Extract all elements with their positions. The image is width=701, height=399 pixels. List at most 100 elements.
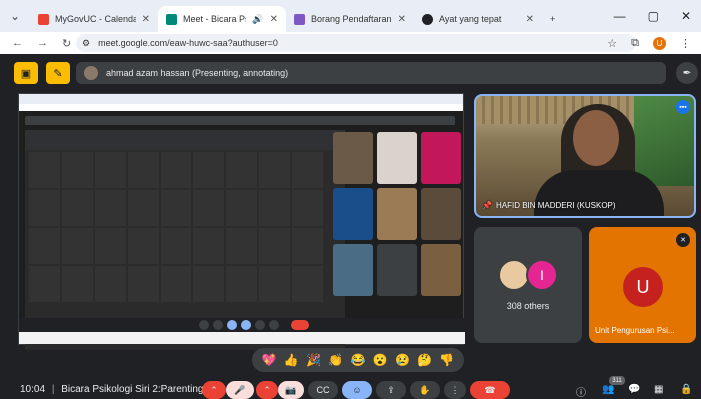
shared-address-bar	[19, 104, 463, 111]
camera-options-button[interactable]: ⌃	[256, 381, 278, 399]
tab-meet[interactable]: Meet - Bicara Psikologi Siri 🔊 ✕	[158, 6, 286, 32]
shared-control-bar	[19, 318, 465, 332]
shared-tile	[421, 244, 461, 296]
shared-tile	[421, 132, 461, 184]
reaction-heart[interactable]: 💖	[262, 353, 277, 367]
speaking-indicator-icon: ▪▪▪	[676, 100, 690, 114]
others-label: 308 others	[506, 301, 550, 311]
maximize-icon[interactable]: ▢	[648, 9, 659, 23]
site-info-icon[interactable]: ⚙	[82, 38, 90, 49]
shared-taskbar	[19, 332, 465, 344]
chat-icon[interactable]: 💬	[628, 384, 640, 395]
tab-calendar[interactable]: MyGovUC - Calendar - Wednes ✕	[30, 6, 158, 32]
presenter-bar: ahmad azam hassan (Presenting, annotatin…	[76, 62, 666, 84]
raise-hand-button[interactable]: ✋	[410, 381, 440, 399]
shared-mirror-grid	[29, 152, 323, 302]
close-window-icon[interactable]: ✕	[681, 9, 691, 23]
shared-annotate-icon	[241, 320, 251, 330]
pin-icon[interactable]: 📌	[482, 201, 492, 210]
shared-more-icon	[269, 320, 279, 330]
shared-hand-icon	[255, 320, 265, 330]
shared-screen	[18, 93, 465, 350]
window-controls: — ▢ ✕	[614, 0, 701, 32]
reaction-sad[interactable]: 😢	[395, 353, 410, 367]
tab-borang[interactable]: Borang Pendaftaran & Penilaia ✕	[286, 6, 414, 32]
tab-title: Borang Pendaftaran & Penilaia	[311, 14, 392, 24]
more-options-button[interactable]: ⋮	[444, 381, 466, 399]
participant-name: Unit Pengurusan Psi...	[595, 326, 675, 335]
shared-cam-icon	[213, 320, 223, 330]
bookmark-star-icon[interactable]: ☆	[607, 37, 617, 50]
shared-leave-icon	[291, 320, 309, 330]
forms-favicon-icon	[294, 13, 305, 25]
shared-tile	[333, 188, 373, 240]
present-icon[interactable]: ▣	[14, 62, 38, 84]
shared-present-icon	[227, 320, 237, 330]
info-icon[interactable]: ⓘ	[576, 384, 586, 399]
reaction-thinking[interactable]: 🤔	[417, 353, 432, 367]
tab-title: MyGovUC - Calendar - Wednes	[55, 14, 136, 24]
speaker-icon[interactable]: 🔊	[252, 14, 263, 25]
reaction-party[interactable]: 🎉	[306, 353, 321, 367]
reaction-thumbs-up[interactable]: 👍	[284, 353, 299, 367]
others-tile[interactable]: I 308 others	[474, 227, 582, 343]
participant-count-badge: 311	[609, 376, 625, 385]
participant-avatar: I	[526, 259, 558, 291]
profile-avatar[interactable]: U	[653, 36, 666, 50]
site-favicon-icon	[422, 13, 433, 25]
speaker-name-label: 📌 HAFID BIN MADDERI (KUSKOP)	[482, 201, 616, 210]
present-button[interactable]: ⇪	[376, 381, 406, 399]
mic-options-button[interactable]: ⌃	[202, 381, 226, 399]
back-icon[interactable]: ←	[12, 37, 23, 49]
extensions-icon[interactable]: ⧉	[631, 37, 639, 50]
leave-call-button[interactable]: ☎	[470, 381, 510, 399]
reaction-laugh[interactable]: 😂	[351, 353, 366, 367]
shared-presenter-bar	[25, 116, 455, 125]
speaker-shirt	[534, 170, 664, 216]
presenter-avatar	[84, 66, 98, 80]
browser-toolbar: ← → ↻ ⚙ meet.google.com/eaw-huwc-saa?aut…	[0, 32, 701, 54]
captions-button[interactable]: CC	[308, 381, 338, 399]
address-bar[interactable]: ⚙ meet.google.com/eaw-huwc-saa?authuser=…	[76, 34, 636, 52]
reload-icon[interactable]: ↻	[62, 37, 71, 50]
participant-avatar: U	[623, 267, 663, 307]
more-menu-icon[interactable]: ⋮	[680, 37, 691, 50]
calendar-favicon-icon	[38, 13, 49, 25]
speaker-name: HAFID BIN MADDERI (KUSKOP)	[495, 201, 616, 210]
camera-button[interactable]: 📷	[278, 381, 304, 399]
tab-search-icon[interactable]: ⌄	[0, 0, 30, 32]
minimize-icon[interactable]: —	[614, 9, 626, 23]
mic-button[interactable]: 🎤	[226, 381, 254, 399]
shared-warning	[25, 130, 345, 150]
reactions-button[interactable]: ☺	[342, 381, 372, 399]
mic-off-icon: ✕	[676, 233, 690, 247]
meeting-title: Bicara Psikologi Siri 2:Parenting ...	[61, 384, 215, 395]
activities-icon[interactable]: ▦	[654, 384, 663, 395]
participant-tile-unit[interactable]: ✕ U Unit Pengurusan Psi...	[589, 227, 696, 343]
new-tab-button[interactable]: +	[542, 6, 566, 32]
speaker-face	[573, 110, 619, 166]
shared-tile	[421, 188, 461, 240]
url-text: meet.google.com/eaw-huwc-saa?authuser=0	[98, 38, 278, 48]
browser-tab-strip: ⌄ MyGovUC - Calendar - Wednes ✕ Meet - B…	[0, 0, 701, 32]
pen-icon[interactable]: ✒	[676, 62, 698, 84]
tab-ayat[interactable]: Ayat yang tepat ✕	[414, 6, 542, 32]
forward-icon[interactable]: →	[37, 37, 48, 49]
shared-tile	[377, 188, 417, 240]
shared-tile	[333, 132, 373, 184]
main-speaker-tile[interactable]: ▪▪▪ 📌 HAFID BIN MADDERI (KUSKOP)	[474, 94, 696, 218]
reaction-thumbs-down[interactable]: 👎	[439, 353, 454, 367]
tab-title: Ayat yang tepat	[439, 14, 502, 24]
reaction-surprised[interactable]: 😮	[373, 353, 388, 367]
close-icon[interactable]: ✕	[398, 14, 406, 25]
people-icon[interactable]: 👥	[602, 384, 614, 395]
shared-tile	[377, 132, 417, 184]
close-icon[interactable]: ✕	[526, 14, 534, 25]
close-icon[interactable]: ✕	[270, 14, 278, 25]
shared-tile	[333, 244, 373, 296]
annotate-icon[interactable]: ✎	[46, 62, 70, 84]
close-icon[interactable]: ✕	[142, 14, 150, 25]
shared-stage	[25, 130, 345, 350]
reaction-clap[interactable]: 👏	[328, 353, 343, 367]
lock-icon[interactable]: 🔒	[680, 384, 692, 395]
